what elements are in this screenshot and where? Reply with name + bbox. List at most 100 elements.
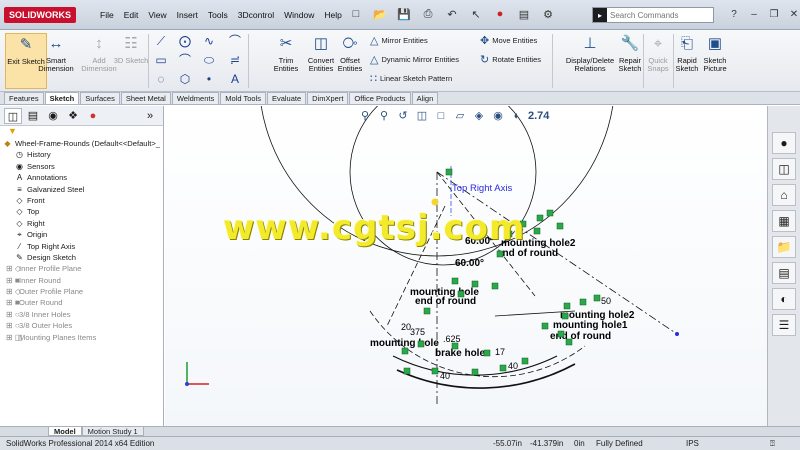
tree-root-part[interactable]: ◆ Wheel-Frame-Rounds (Default<<Default>_ [0,138,163,149]
property-manager-icon[interactable]: ▤ [24,108,42,124]
dimxpert-manager-icon[interactable]: ❖ [64,108,82,124]
sketch-relation-marker[interactable] [557,330,565,338]
sketch-relation-marker[interactable] [483,349,491,357]
zoom-to-fit-icon[interactable]: ⚲ [357,108,373,124]
sketch-relation-marker[interactable] [579,298,587,306]
section-view-icon[interactable]: ◫ [414,108,430,124]
tree-item-annotations[interactable]: A Annotations [0,172,163,183]
sketch-relation-marker[interactable] [546,209,554,217]
tree-item-galvanized-steel[interactable]: ≡ Galvanized Steel [0,184,163,195]
menu-help[interactable]: Help [319,10,346,20]
sketch-relation-marker[interactable] [499,364,507,372]
tree-item-history[interactable]: ◷ History [0,149,163,160]
edit-appearance-icon[interactable]: ◉ [490,108,506,124]
dimension-17[interactable]: 17 [495,347,505,357]
file-properties-icon[interactable]: ▤ [513,5,535,23]
dimension-375[interactable]: 375 [410,327,425,337]
tree-item-mounting-planes-items[interactable]: ⊞ ◫Mounting Planes Items [0,332,163,343]
menu-edit[interactable]: Edit [119,10,144,20]
tree-item-outer-profile-plane[interactable]: ⊞ ◇Outer Profile Plane [0,286,163,297]
tab-surfaces[interactable]: Surfaces [80,92,120,104]
rectangle-icon[interactable]: ▭ [152,52,170,68]
sketch-relation-marker[interactable] [496,250,504,258]
sketch-canvas[interactable]: Top Right Axis 60.00° 60.00° mounting ho… [165,106,767,426]
endpoint[interactable] [675,332,679,336]
view-orientation-icon[interactable]: □ [433,108,449,124]
new-document-icon[interactable]: □ [345,5,367,23]
3d-sketch-button[interactable]: ☷ 3D Sketch [113,33,149,89]
tab-model[interactable]: Model [48,427,82,436]
sketch-relation-marker[interactable] [457,290,465,298]
tab-features[interactable]: Features [4,92,44,104]
menu-view[interactable]: View [143,10,171,20]
folder-icon[interactable]: 📁 [772,236,796,258]
text-icon[interactable]: A [226,71,244,87]
menu-window[interactable]: Window [279,10,319,20]
sketch-fillet-icon[interactable]: ⌒ [226,33,244,49]
rebuild-traffic-light-icon[interactable]: ● [489,5,511,23]
sketch-relation-marker[interactable] [445,168,453,176]
sketch-relation-marker[interactable] [451,342,459,350]
display-style-icon[interactable]: ▱ [452,108,468,124]
sketch-relation-marker[interactable] [423,307,431,315]
sketch-relation-marker[interactable] [401,347,409,355]
tree-item-inner-profile-plane[interactable]: ⊞ ◇Inner Profile Plane [0,263,163,274]
trim-entities-button[interactable]: ✂ Trim Entities [268,33,304,89]
tab-motion-study-1[interactable]: Motion Study 1 [81,427,144,436]
sketch-chamfer-icon[interactable]: ≓ [226,52,244,68]
file-explorer-icon[interactable]: ▦ [772,210,796,232]
tree-item-top[interactable]: ◇ Top [0,206,163,217]
print-icon[interactable]: ⎙ [417,5,439,23]
sketch-relation-marker[interactable] [491,282,499,290]
tab-sketch[interactable]: Sketch [44,92,80,104]
sketch-relation-marker[interactable] [431,367,439,375]
sketch-relation-marker[interactable] [593,294,601,302]
search-input[interactable] [610,10,710,20]
sketch-relation-marker[interactable] [533,227,541,235]
tab-sheet-metal[interactable]: Sheet Metal [120,92,171,104]
quick-snaps-button[interactable]: ⌖ Quick Snaps [644,33,672,89]
rotate-entities-button[interactable]: ↻ Rotate Entities [480,52,541,68]
sketch-relation-marker[interactable] [541,322,549,330]
sketch-relation-marker[interactable] [417,340,425,348]
tab-weldments[interactable]: Weldments [171,92,220,104]
graphics-area[interactable]: Top Right Axis 60.00° 60.00° mounting ho… [165,106,767,426]
sketch-relation-marker[interactable] [403,367,411,375]
sketch-relation-marker[interactable] [563,302,571,310]
tree-item-top-right-axis[interactable]: ⁄ Top Right Axis [0,241,163,252]
open-folder-icon[interactable]: 📂 [369,5,391,23]
rapid-sketch-button[interactable]: ⎗ Rapid Sketch [674,33,700,89]
close-icon[interactable]: ✕ [786,7,800,23]
menu-insert[interactable]: Insert [172,10,203,20]
tree-item-3-8-inner-holes[interactable]: ⊞ ○3/8 Inner Holes [0,309,163,320]
arc-icon[interactable]: ⌒ [176,52,194,68]
spline-icon[interactable]: ∿ [200,33,218,49]
tree-item-right[interactable]: ◇ Right [0,218,163,229]
custom-properties-icon[interactable]: ☰ [772,314,796,336]
polygon-icon[interactable]: ⬡ [176,71,194,87]
sketch-relation-marker[interactable] [451,277,459,285]
tree-filter-icon[interactable]: ▼ [0,126,163,137]
appearances-icon[interactable]: ◐ [772,288,796,310]
hide-show-items-icon[interactable]: ◈ [471,108,487,124]
sketch-relation-marker[interactable] [556,222,564,230]
sketch-relation-marker[interactable] [521,357,529,365]
tab-evaluate[interactable]: Evaluate [266,92,307,104]
expand-chevron-icon[interactable]: » [141,108,159,124]
angle-dimension-b[interactable]: 60.00° [455,258,484,269]
solidworks-logo[interactable]: SOLIDWORKS [4,7,76,23]
menu-3dcontrol[interactable]: 3Dcontrol [233,10,279,20]
tree-item-front[interactable]: ◇ Front [0,195,163,206]
feature-manager-icon[interactable]: ◫ [4,107,22,124]
menu-tools[interactable]: Tools [203,10,233,20]
smart-dimension-button[interactable]: ↔ Smart Dimension [36,33,76,89]
tab-dimxpert[interactable]: DimXpert [307,92,349,104]
tree-item-origin[interactable]: ⌖ Origin [0,229,163,240]
move-entities-button[interactable]: ✥ Move Entities [480,33,537,49]
tab-align[interactable]: Align [411,92,439,104]
tree-item-3-8-outer-holes[interactable]: ⊞ ○3/8 Outer Holes [0,320,163,331]
tree-item-outer-round[interactable]: ⊞ ■Outer Round [0,297,163,308]
sketch-relation-marker[interactable] [471,280,479,288]
dimension-50[interactable]: 50 [601,296,611,306]
help-question-icon[interactable]: ? [726,7,742,23]
